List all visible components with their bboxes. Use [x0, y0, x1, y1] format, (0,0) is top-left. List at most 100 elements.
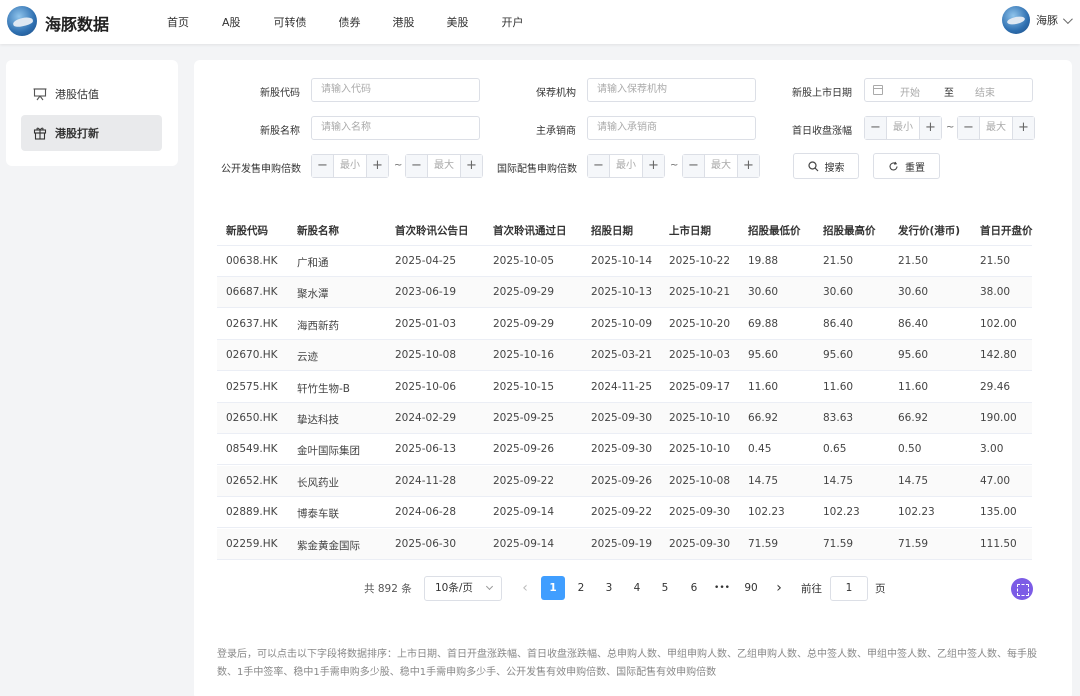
date-end-input[interactable]: 结束	[975, 84, 995, 99]
nav-item-convertible-bonds[interactable]: 可转债	[274, 14, 307, 30]
minus-button[interactable]: −	[865, 117, 887, 139]
minus-button[interactable]: −	[406, 155, 428, 177]
next-page-button[interactable]: ›	[767, 576, 791, 600]
minus-button[interactable]: −	[958, 117, 980, 139]
page-button-3[interactable]: 3	[597, 576, 621, 600]
sidebar-item-hk-valuation[interactable]: 港股估值	[21, 76, 162, 112]
min-field[interactable]: 最小	[887, 117, 919, 139]
user-name[interactable]: 海豚	[1036, 12, 1058, 28]
sidebar-item-hk-ipo[interactable]: 港股打新	[21, 115, 162, 151]
list-date-range-picker[interactable]: 开始 至 结束	[864, 78, 1033, 102]
user-menu[interactable]: 海豚	[1002, 6, 1073, 34]
plus-button[interactable]: +	[460, 155, 482, 177]
cell-first-open: 3.00	[980, 443, 1004, 456]
plus-button[interactable]: +	[919, 117, 941, 139]
table-row[interactable]: 00638.HK 广和通 2025-04-25 2025-10-05 2025-10-1…	[217, 246, 1032, 277]
main-panel: 新股代码 请输入代码 保荐机构 请输入保荐机构 新股上市日期 开始 至 结束 新…	[194, 60, 1072, 696]
dolphin-logo-icon[interactable]	[7, 6, 37, 36]
more-pages-button[interactable]: •••	[710, 576, 734, 600]
cell-offer-date: 2025-09-22	[591, 506, 653, 519]
page-button-5[interactable]: 5	[653, 576, 677, 600]
cell-list-date: 2025-09-30	[669, 537, 731, 550]
nav-item-home[interactable]: 首页	[167, 14, 189, 30]
plus-button[interactable]: +	[1012, 117, 1034, 139]
cell-code: 02652.HK	[226, 474, 278, 487]
table-row[interactable]: 06687.HK 聚水潭 2023-06-19 2025-09-29 2025-10-1…	[217, 277, 1032, 309]
code-input[interactable]: 请输入代码	[311, 78, 480, 102]
date-start-input[interactable]: 开始	[900, 84, 920, 99]
nav-item-a-shares[interactable]: A股	[222, 14, 241, 30]
cell-hearing-pass: 2025-10-05	[493, 255, 555, 267]
table-row[interactable]: 08549.HK 金叶国际集团 2025-06-13 2025-09-26 2025-0…	[217, 434, 1032, 466]
page-button-90[interactable]: 90	[739, 576, 763, 600]
col-header-hearing-announce[interactable]: 首次聆讯公告日	[395, 223, 469, 238]
col-header-offer-price[interactable]: 发行价(港币)	[898, 223, 960, 238]
search-button-label: 搜索	[824, 162, 845, 174]
table-row[interactable]: 02652.HK 长风药业 2024-11-28 2025-09-22 2025-09-…	[217, 465, 1032, 497]
cell-hearing-announce: 2024-06-28	[395, 506, 457, 519]
nav-item-bonds[interactable]: 债券	[339, 14, 361, 30]
min-field[interactable]: 最小	[610, 155, 642, 177]
col-header-list-date[interactable]: 上市日期	[669, 223, 711, 238]
brand-name[interactable]: 海豚数据	[45, 11, 109, 35]
cell-min-price: 30.60	[748, 286, 779, 299]
public-min-stepper[interactable]: − 最小 +	[311, 154, 389, 178]
col-header-first-open[interactable]: 首日开盘价	[980, 223, 1033, 238]
chevron-down-icon[interactable]	[1062, 13, 1073, 24]
cell-code: 02637.HK	[226, 317, 278, 330]
cell-hearing-pass: 2025-10-16	[493, 349, 555, 362]
table-row[interactable]: 02575.HK 轩竹生物-B 2025-10-06 2025-10-15 2024-1…	[217, 372, 1032, 403]
cell-list-date: 2025-10-10	[669, 412, 731, 424]
first-day-max-stepper[interactable]: − 最大 +	[957, 116, 1035, 140]
intl-min-stepper[interactable]: − 最小 +	[587, 154, 665, 178]
minus-button[interactable]: −	[312, 155, 334, 177]
nav-item-open-account[interactable]: 开户	[502, 14, 524, 30]
plus-button[interactable]: +	[366, 155, 388, 177]
public-max-stepper[interactable]: − 最大 +	[405, 154, 483, 178]
cell-first-open: 21.50	[980, 255, 1011, 267]
cell-hearing-announce: 2024-11-28	[395, 474, 457, 487]
minus-button[interactable]: −	[588, 155, 610, 177]
col-header-name[interactable]: 新股名称	[297, 223, 339, 238]
fullscreen-icon[interactable]	[1011, 578, 1033, 600]
plus-button[interactable]: +	[737, 155, 759, 177]
table-row[interactable]: 02670.HK 云迹 2025-10-08 2025-10-16 2025-03-21…	[217, 340, 1032, 372]
underwriter-input[interactable]: 请输入承销商	[587, 116, 756, 140]
page-button-1[interactable]: 1	[541, 576, 565, 600]
first-day-min-stepper[interactable]: − 最小 +	[864, 116, 942, 140]
cell-hearing-announce: 2025-01-03	[395, 317, 457, 330]
col-header-code[interactable]: 新股代码	[226, 223, 268, 238]
col-header-max-price[interactable]: 招股最高价	[823, 223, 876, 238]
page-button-2[interactable]: 2	[569, 576, 593, 600]
page-size-select[interactable]: 10条/页	[424, 576, 502, 601]
intl-max-stepper[interactable]: − 最大 +	[682, 154, 760, 178]
col-header-hearing-pass[interactable]: 首次聆讯通过日	[493, 223, 567, 238]
page-button-6[interactable]: 6	[682, 576, 706, 600]
name-input[interactable]: 请输入名称	[311, 116, 480, 140]
prev-page-button[interactable]: ‹	[513, 576, 537, 600]
avatar[interactable]	[1002, 6, 1030, 34]
max-field[interactable]: 最大	[705, 155, 737, 177]
max-field[interactable]: 最大	[980, 117, 1012, 139]
table-row[interactable]: 02259.HK 紫金黄金国际 2025-06-30 2025-09-14 2025-0…	[217, 528, 1032, 560]
max-field[interactable]: 最大	[428, 155, 460, 177]
sponsor-input[interactable]: 请输入保荐机构	[587, 78, 756, 102]
nav-item-hk-stocks[interactable]: 港股	[393, 14, 415, 30]
cell-min-price: 19.88	[748, 255, 779, 267]
reset-button[interactable]: 重置	[873, 153, 940, 179]
plus-button[interactable]: +	[642, 155, 664, 177]
search-button[interactable]: 搜索	[793, 153, 859, 179]
goto-page-input[interactable]: 1	[830, 576, 868, 601]
page-button-4[interactable]: 4	[625, 576, 649, 600]
table-row[interactable]: 02889.HK 博泰车联 2024-06-28 2025-09-14 2025-09-…	[217, 497, 1032, 529]
cell-list-date: 2025-10-22	[669, 255, 731, 267]
nav-item-us-stocks[interactable]: 美股	[447, 14, 469, 30]
table-row[interactable]: 02650.HK 挚达科技 2024-02-29 2025-09-25 2025-09-…	[217, 403, 1032, 434]
minus-button[interactable]: −	[683, 155, 705, 177]
table-row[interactable]: 02637.HK 海西新药 2025-01-03 2025-09-29 2025-10-…	[217, 309, 1032, 340]
col-header-offer-date[interactable]: 招股日期	[591, 223, 633, 238]
range-tilde: ~	[946, 122, 955, 133]
cell-hearing-pass: 2025-09-14	[493, 537, 555, 550]
col-header-min-price[interactable]: 招股最低价	[748, 223, 801, 238]
min-field[interactable]: 最小	[334, 155, 366, 177]
